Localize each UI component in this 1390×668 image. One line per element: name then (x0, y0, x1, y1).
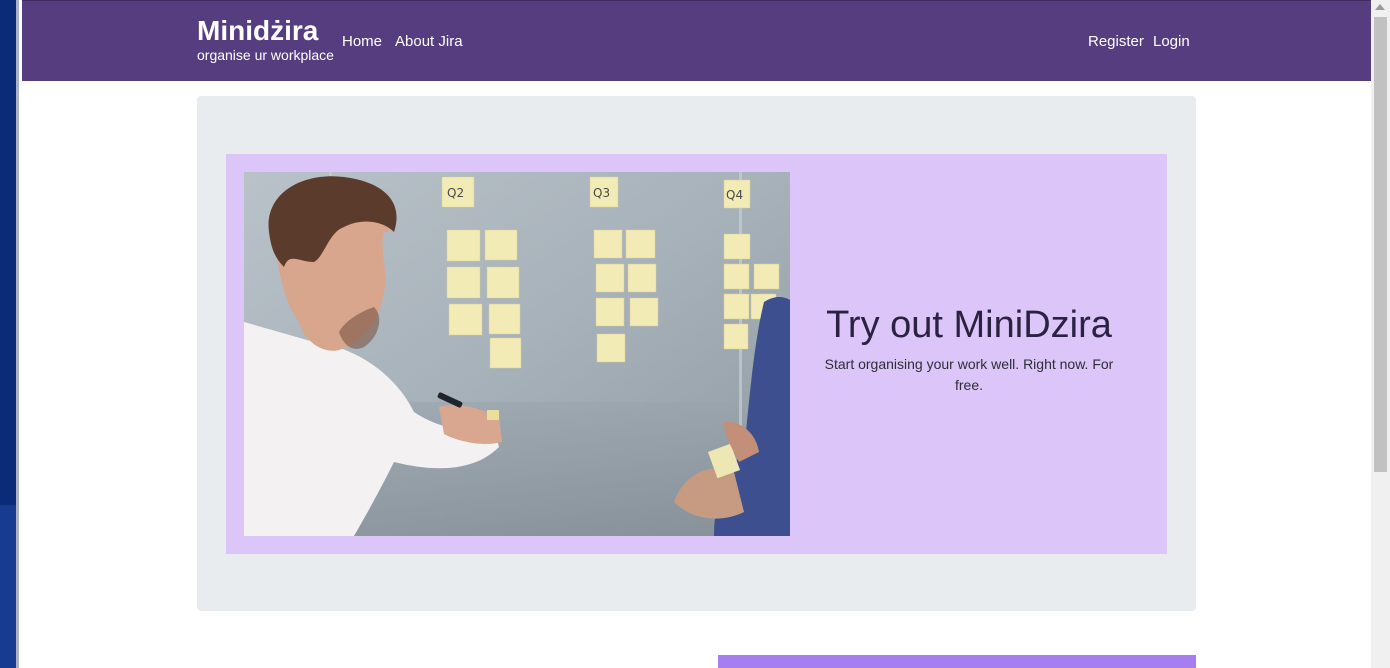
desktop-background-left (0, 0, 19, 668)
hero-image: Q2 Q3 Q4 (244, 172, 790, 536)
scrollbar-thumb[interactable] (1374, 17, 1387, 472)
hero-text: Try out MiniDzira Start organising your … (816, 302, 1122, 396)
browser-page: Minidżira organise ur workplace Home Abo… (22, 0, 1371, 668)
hero-card: Q2 Q3 Q4 Try out MiniDzira Start organis… (226, 154, 1167, 554)
svg-text:Q4: Q4 (726, 188, 743, 202)
navbar: Minidżira organise ur workplace Home Abo… (22, 0, 1371, 81)
brand-title[interactable]: Minidżira (197, 15, 334, 47)
svg-text:Q3: Q3 (593, 186, 610, 200)
nav-link-about-jira[interactable]: About Jira (395, 32, 463, 52)
hero-description: Start organising your work well. Right n… (824, 356, 1114, 393)
svg-text:Q2: Q2 (447, 186, 464, 200)
hero-title: Try out MiniDzira (826, 304, 1112, 346)
nav-link-login[interactable]: Login (1153, 32, 1190, 52)
jumbotron: Q2 Q3 Q4 Try out MiniDzira Start organis… (197, 96, 1196, 611)
window-edge (16, 0, 19, 668)
vertical-scrollbar[interactable] (1371, 0, 1390, 668)
purple-section-top (718, 655, 1196, 668)
brand[interactable]: Minidżira organise ur workplace (197, 15, 334, 63)
scroll-up-icon[interactable] (1375, 4, 1385, 10)
nav-link-home[interactable]: Home (342, 32, 382, 52)
brand-subtitle: organise ur workplace (197, 47, 334, 63)
nav-link-register[interactable]: Register (1088, 32, 1144, 52)
